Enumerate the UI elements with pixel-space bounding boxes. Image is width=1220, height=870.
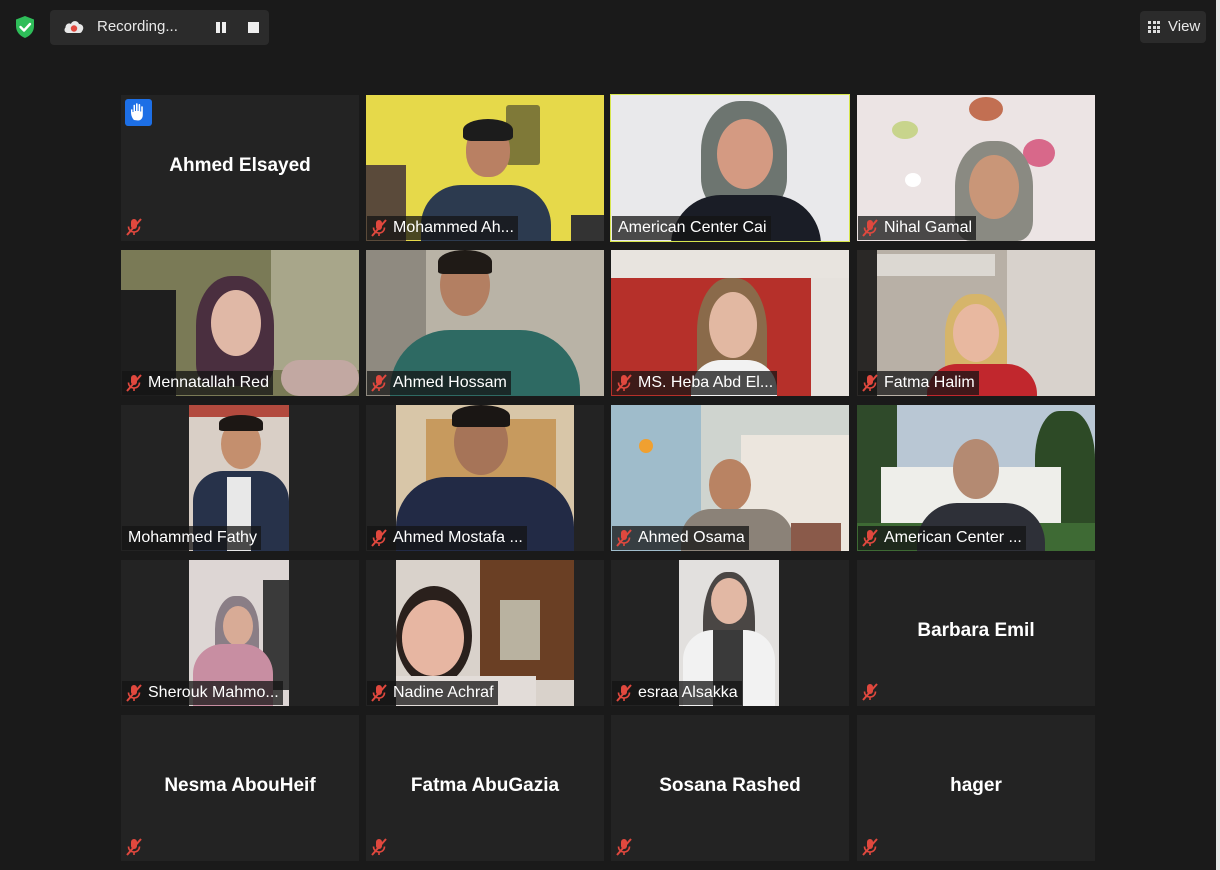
participant-tile[interactable]: Nihal Gamal — [857, 95, 1095, 241]
muted-mic-icon — [862, 838, 878, 856]
participant-tile[interactable]: Fatma AbuGazia — [366, 715, 604, 861]
muted-mic-icon — [862, 683, 878, 701]
recording-status-label: Recording... — [97, 18, 178, 35]
participant-name: Fatma AbuGazia — [410, 775, 560, 796]
participant-name-bar: Mennatallah Red — [122, 371, 273, 395]
participant-name-bar: Mohammed Ah... — [367, 216, 518, 240]
participant-name: Ahmed Mostafa ... — [393, 529, 523, 546]
participant-name-bar: Ahmed Mostafa ... — [367, 526, 527, 550]
participant-name-bar: esraa Alsakka — [612, 681, 742, 705]
participant-name: Fatma Halim — [884, 374, 975, 391]
participant-tile[interactable]: Mohammed Fathy — [121, 405, 359, 551]
muted-mic-icon — [616, 684, 632, 702]
participant-tile-active-speaker[interactable]: American Center Cai — [610, 94, 850, 242]
participant-name-bar: American Center Cai — [612, 216, 771, 240]
raised-hand-icon — [125, 99, 152, 126]
participant-name: American Center Cai — [618, 219, 767, 236]
muted-mic-icon — [126, 374, 142, 392]
participant-name: American Center ... — [884, 529, 1022, 546]
cloud-recording-icon — [64, 21, 84, 33]
participant-name-bar: Ahmed Osama — [612, 526, 749, 550]
participant-tile[interactable]: Ahmed Hossam — [366, 250, 604, 396]
participant-name: Ahmed Hossam — [393, 374, 507, 391]
muted-mic-icon — [126, 218, 142, 236]
participant-name: Mohammed Ah... — [393, 219, 514, 236]
muted-mic-icon — [616, 838, 632, 856]
participant-tile[interactable]: Fatma Halim — [857, 250, 1095, 396]
participant-name: Sosana Rashed — [659, 775, 801, 796]
recording-bar: Recording... — [50, 10, 269, 45]
participant-tile[interactable]: Sherouk Mahmo... — [121, 560, 359, 706]
muted-mic-icon — [862, 529, 878, 547]
pause-recording-button[interactable] — [214, 21, 228, 35]
muted-mic-icon — [616, 529, 632, 547]
participant-name: Ahmed Elsayed — [169, 155, 311, 176]
window-edge — [1216, 0, 1220, 870]
participant-name: MS. Heba Abd El... — [638, 374, 774, 391]
participant-name: Mennatallah Red — [148, 374, 269, 391]
muted-mic-icon — [371, 374, 387, 392]
participant-tile[interactable]: Mennatallah Red — [121, 250, 359, 396]
stop-recording-button[interactable] — [248, 22, 259, 33]
participant-name-bar: Nihal Gamal — [858, 216, 977, 240]
participant-tile[interactable]: Ahmed Elsayed — [121, 95, 359, 241]
participant-name: Nadine Achraf — [393, 684, 494, 701]
participant-name-bar: Mohammed Fathy — [122, 526, 261, 550]
participant-name-bar: Ahmed Hossam — [367, 371, 511, 395]
muted-mic-icon — [126, 838, 142, 856]
participant-name: esraa Alsakka — [638, 684, 738, 701]
participant-tile[interactable]: hager — [857, 715, 1095, 861]
grid-view-icon — [1148, 21, 1160, 33]
participant-name: Nesma AbouHeif — [164, 775, 316, 796]
muted-mic-icon — [371, 219, 387, 237]
participant-name: Sherouk Mahmo... — [148, 684, 279, 701]
muted-mic-icon — [616, 374, 632, 392]
view-label: View — [1168, 18, 1201, 35]
muted-mic-icon — [371, 684, 387, 702]
muted-mic-icon — [126, 684, 142, 702]
participant-name-bar: Fatma Halim — [858, 371, 979, 395]
view-button[interactable]: View — [1140, 11, 1206, 43]
participant-tile[interactable]: Ahmed Osama — [611, 405, 849, 551]
participant-name-bar: Sherouk Mahmo... — [122, 681, 283, 705]
participant-name: hager — [950, 775, 1002, 796]
encryption-shield-icon[interactable] — [12, 14, 38, 40]
participant-tile[interactable]: Nesma AbouHeif — [121, 715, 359, 861]
participant-tile[interactable]: Mohammed Ah... — [366, 95, 604, 241]
muted-mic-icon — [371, 529, 387, 547]
participant-name-bar: American Center ... — [858, 526, 1026, 550]
muted-mic-icon — [862, 219, 878, 237]
participant-tile[interactable]: Ahmed Mostafa ... — [366, 405, 604, 551]
participant-name: Ahmed Osama — [638, 529, 745, 546]
participant-name: Mohammed Fathy — [128, 529, 257, 546]
participant-name-bar: Nadine Achraf — [367, 681, 498, 705]
participant-tile[interactable]: American Center ... — [857, 405, 1095, 551]
participant-name: Nihal Gamal — [884, 219, 973, 236]
participant-tile[interactable]: Nadine Achraf — [366, 560, 604, 706]
muted-mic-icon — [862, 374, 878, 392]
participant-name-bar: MS. Heba Abd El... — [612, 371, 778, 395]
participant-tile[interactable]: Barbara Emil — [857, 560, 1095, 706]
participant-tile[interactable]: MS. Heba Abd El... — [611, 250, 849, 396]
participant-name: Barbara Emil — [917, 620, 1035, 641]
participant-tile[interactable]: Sosana Rashed — [611, 715, 849, 861]
participant-tile[interactable]: esraa Alsakka — [611, 560, 849, 706]
muted-mic-icon — [371, 838, 387, 856]
